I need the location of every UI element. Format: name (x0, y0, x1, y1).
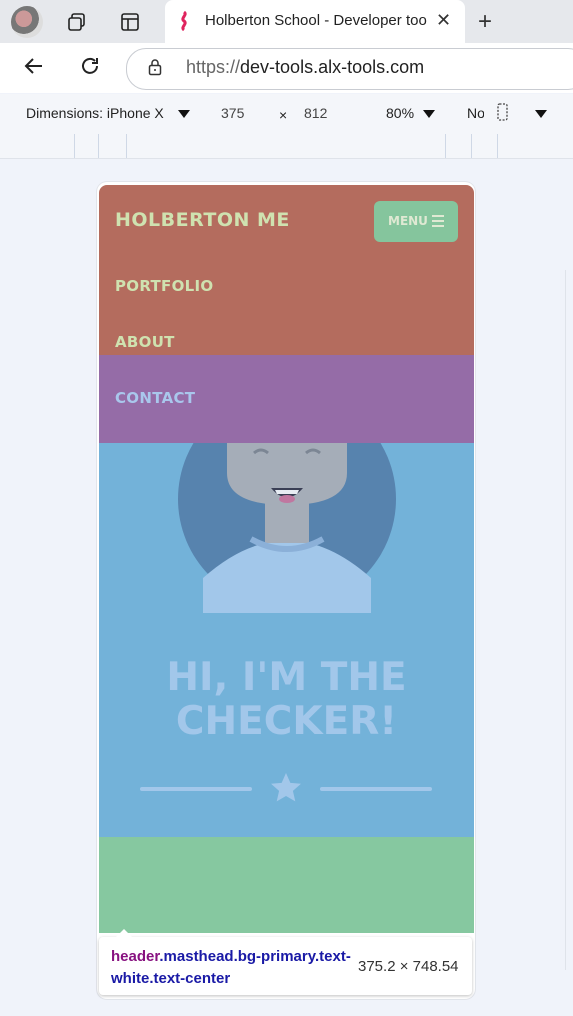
dimension-separator: × (279, 107, 288, 123)
dimensions-dropdown-icon[interactable] (178, 110, 190, 118)
nav-link-portfolio[interactable]: PORTFOLIO (115, 277, 213, 295)
ruler-mark (497, 134, 498, 158)
portfolio-section (99, 837, 474, 933)
hero-title-line2: CHECKER! (175, 699, 398, 744)
rotate-icon[interactable] (497, 103, 509, 121)
url-protocol: https:// (186, 57, 241, 77)
hamburger-icon (432, 215, 444, 230)
tab-actions-icon[interactable] (119, 11, 141, 37)
divider-line-right (320, 787, 432, 791)
width-input[interactable]: 375 (221, 105, 244, 121)
ruler-mark (126, 134, 127, 158)
nav-link-contact[interactable]: CONTACT (115, 389, 195, 407)
back-icon[interactable] (22, 54, 46, 84)
zoom-dropdown-icon[interactable] (423, 110, 435, 118)
tab-title: Holberton School - Developer tools (205, 12, 427, 29)
favicon-icon (178, 10, 190, 32)
tooltip-arrow (116, 929, 132, 937)
reload-icon[interactable] (78, 54, 102, 84)
dimensions-select[interactable]: Dimensions: iPhone X (26, 105, 164, 121)
close-tab-icon[interactable]: ✕ (436, 10, 451, 31)
workspaces-icon[interactable] (66, 11, 88, 37)
media-query-ruler (0, 134, 573, 159)
hero-title: HI, I'M THE CHECKER! (99, 656, 474, 744)
resize-handle[interactable] (565, 270, 573, 970)
throttle-select[interactable]: No throttling (467, 105, 484, 121)
height-input[interactable]: 812 (304, 105, 327, 121)
new-tab-icon[interactable]: + (478, 8, 492, 36)
tooltip-selector: header.masthead.bg-primary.text-white.te… (111, 946, 351, 990)
url-host: dev-tools.alx-tools.com (240, 57, 425, 77)
ruler-mark (98, 134, 99, 158)
tooltip-tag: header (111, 948, 160, 965)
ruler-mark (74, 134, 75, 158)
url-text[interactable]: https://dev-tools.alx-tools.com (186, 57, 424, 78)
ruler-mark (445, 134, 446, 158)
zoom-select[interactable]: 80% (386, 105, 414, 121)
hero-title-line1: HI, I'M THE (166, 655, 407, 700)
more-options-icon[interactable] (535, 110, 547, 118)
lock-icon[interactable] (148, 58, 162, 76)
star-icon (268, 770, 304, 806)
divider-line-left (140, 787, 252, 791)
avatar-image (99, 443, 474, 613)
profile-avatar[interactable] (11, 6, 43, 38)
tooltip-dimensions: 375.2 × 748.54 (358, 958, 459, 975)
site-brand[interactable]: HOLBERTON ME (115, 209, 290, 231)
ruler-mark (471, 134, 472, 158)
menu-button-label: MENU (388, 214, 428, 228)
nav-link-about[interactable]: ABOUT (115, 333, 175, 351)
